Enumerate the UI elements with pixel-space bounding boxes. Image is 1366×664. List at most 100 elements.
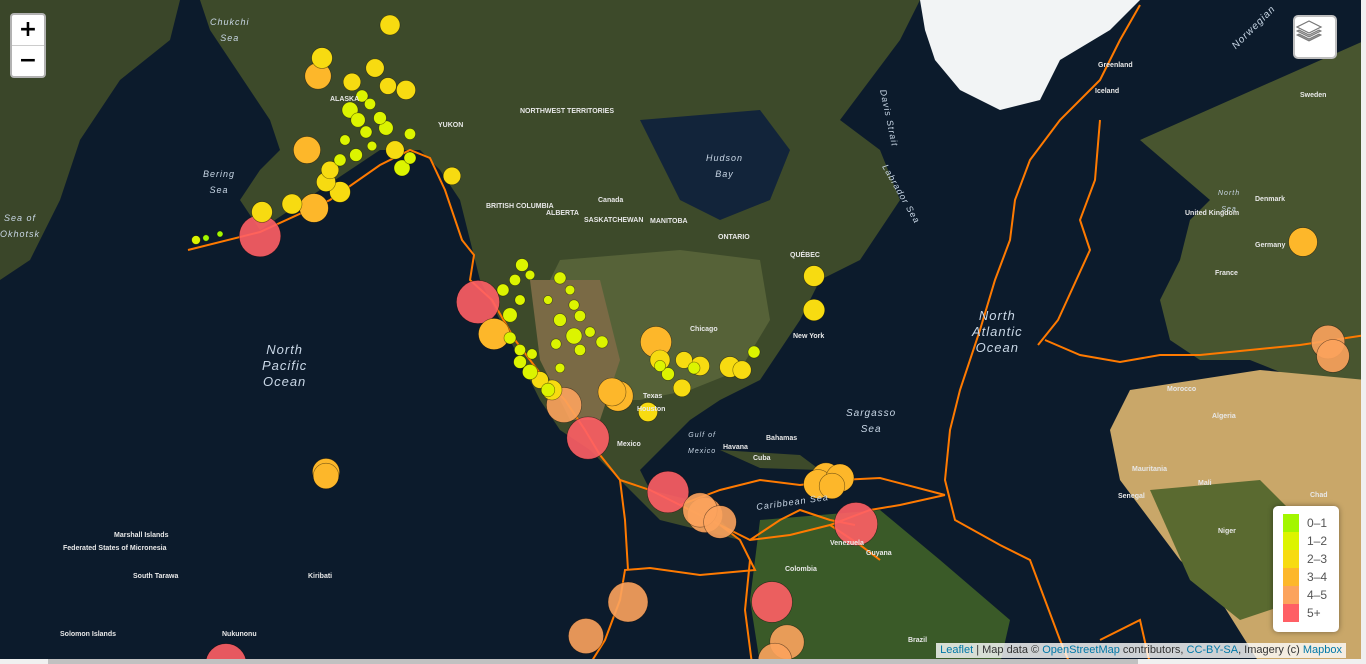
earthquake-marker[interactable] <box>543 295 553 305</box>
legend-item: 3–4 <box>1283 568 1339 586</box>
earthquake-marker[interactable] <box>566 416 610 460</box>
layer-control-button[interactable] <box>1293 15 1337 59</box>
osm-link[interactable]: OpenStreetMap <box>1042 644 1120 656</box>
place-label: Cuba <box>753 455 771 462</box>
legend-label: 0–1 <box>1307 516 1328 530</box>
ocean-label-north-atlantic: North Atlantic Ocean <box>972 308 1023 355</box>
earthquake-marker[interactable] <box>687 361 701 375</box>
place-label: United Kingdom <box>1185 210 1240 217</box>
legend-swatch <box>1283 514 1299 532</box>
earthquake-marker[interactable] <box>403 151 417 165</box>
earthquake-marker[interactable] <box>802 298 826 322</box>
zoom-out-button[interactable]: − <box>12 45 44 76</box>
earthquake-marker[interactable] <box>339 134 351 146</box>
earthquake-marker[interactable] <box>503 331 517 345</box>
earthquake-marker[interactable] <box>672 378 692 398</box>
ocean-label-sargasso: Sargasso Sea <box>846 408 897 435</box>
earthquake-marker[interactable] <box>732 360 752 380</box>
earthquake-marker[interactable] <box>496 283 510 297</box>
earthquake-marker[interactable] <box>751 581 793 623</box>
earthquake-marker[interactable] <box>191 235 201 245</box>
zoom-in-button[interactable]: + <box>12 15 44 45</box>
earthquake-markers-layer[interactable] <box>0 0 1366 664</box>
map-canvas[interactable]: North Pacific Ocean North Atlantic Ocean Sar… <box>0 0 1366 664</box>
earthquake-marker[interactable] <box>524 269 536 281</box>
earthquake-marker[interactable] <box>526 348 538 360</box>
earthquake-marker[interactable] <box>404 128 416 140</box>
earthquake-marker[interactable] <box>216 230 224 238</box>
earthquake-marker[interactable] <box>747 345 761 359</box>
earthquake-marker[interactable] <box>311 47 333 69</box>
place-label: SASKATCHEWAN <box>584 217 644 224</box>
earthquake-marker[interactable] <box>607 581 649 623</box>
earthquake-marker[interactable] <box>385 140 405 160</box>
earthquake-marker[interactable] <box>574 310 586 322</box>
attribution-contrib: contributors, <box>1119 644 1187 656</box>
horizontal-scrollbar[interactable] <box>0 659 1366 664</box>
earthquake-marker[interactable] <box>364 98 376 110</box>
earthquake-marker[interactable] <box>803 265 825 287</box>
earthquake-marker[interactable] <box>574 344 586 356</box>
legend-label: 4–5 <box>1307 588 1328 602</box>
earthquake-marker[interactable] <box>646 470 690 514</box>
earthquake-marker[interactable] <box>568 618 604 654</box>
earthquake-marker[interactable] <box>509 274 521 286</box>
earthquake-marker[interactable] <box>565 327 583 345</box>
earthquake-marker[interactable] <box>456 280 500 324</box>
earthquake-marker[interactable] <box>442 166 462 186</box>
earthquake-marker[interactable] <box>553 313 567 327</box>
earthquake-marker[interactable] <box>553 271 567 285</box>
place-label: QUÉBEC <box>790 252 820 259</box>
earthquake-marker[interactable] <box>515 258 529 272</box>
earthquake-marker[interactable] <box>359 125 373 139</box>
legend-swatch <box>1283 586 1299 604</box>
earthquake-marker[interactable] <box>365 58 385 78</box>
earthquake-marker[interactable] <box>349 148 363 162</box>
ocean-label-chukchi: Chukchi Sea <box>210 17 250 43</box>
license-link[interactable]: CC-BY-SA <box>1187 644 1239 656</box>
place-label: Germany <box>1255 242 1286 249</box>
attribution: Leaflet | Map data © OpenStreetMap contr… <box>936 643 1346 658</box>
earthquake-marker[interactable] <box>502 307 518 323</box>
place-label: Bahamas <box>766 435 798 442</box>
earthquake-marker[interactable] <box>564 284 576 296</box>
ocean-label-bering: Bering Sea <box>203 169 236 195</box>
earthquake-marker[interactable] <box>584 326 596 338</box>
earthquake-marker[interactable] <box>379 77 397 95</box>
earthquake-marker[interactable] <box>293 136 321 164</box>
place-label: Venezuela <box>830 540 864 547</box>
earthquake-marker[interactable] <box>478 318 510 350</box>
earthquake-marker[interactable] <box>550 338 562 350</box>
earthquake-marker[interactable] <box>1288 227 1318 257</box>
earthquake-marker[interactable] <box>513 355 527 369</box>
earthquake-marker[interactable] <box>540 382 556 398</box>
earthquake-marker[interactable] <box>595 335 609 349</box>
earthquake-marker[interactable] <box>202 234 210 242</box>
place-label: YUKON <box>438 122 464 129</box>
vertical-scrollbar[interactable] <box>1361 0 1366 664</box>
earthquake-marker[interactable] <box>333 153 347 167</box>
earthquake-marker[interactable] <box>1316 339 1350 373</box>
place-label: Niger <box>1218 528 1236 535</box>
earthquake-marker[interactable] <box>299 193 329 223</box>
earthquake-marker[interactable] <box>281 193 303 215</box>
earthquake-marker[interactable] <box>373 111 387 125</box>
scrollbar-thumb[interactable] <box>48 659 1138 664</box>
earthquake-marker[interactable] <box>366 140 378 152</box>
earthquake-marker[interactable] <box>251 201 273 223</box>
earthquake-marker[interactable] <box>350 112 366 128</box>
mapbox-link[interactable]: Mapbox <box>1303 644 1342 656</box>
earthquake-marker[interactable] <box>597 377 627 407</box>
earthquake-marker[interactable] <box>554 362 566 374</box>
earthquake-marker[interactable] <box>703 505 737 539</box>
earthquake-marker[interactable] <box>654 360 666 372</box>
earthquake-marker[interactable] <box>514 294 526 306</box>
leaflet-link[interactable]: Leaflet <box>940 644 973 656</box>
earthquake-marker[interactable] <box>396 80 416 100</box>
earthquake-marker[interactable] <box>379 14 401 36</box>
earthquake-marker[interactable] <box>568 299 580 311</box>
place-label: BRITISH COLUMBIA <box>486 203 554 210</box>
earthquake-marker[interactable] <box>514 344 526 356</box>
earthquake-marker[interactable] <box>312 462 340 490</box>
earthquake-marker[interactable] <box>342 72 362 92</box>
